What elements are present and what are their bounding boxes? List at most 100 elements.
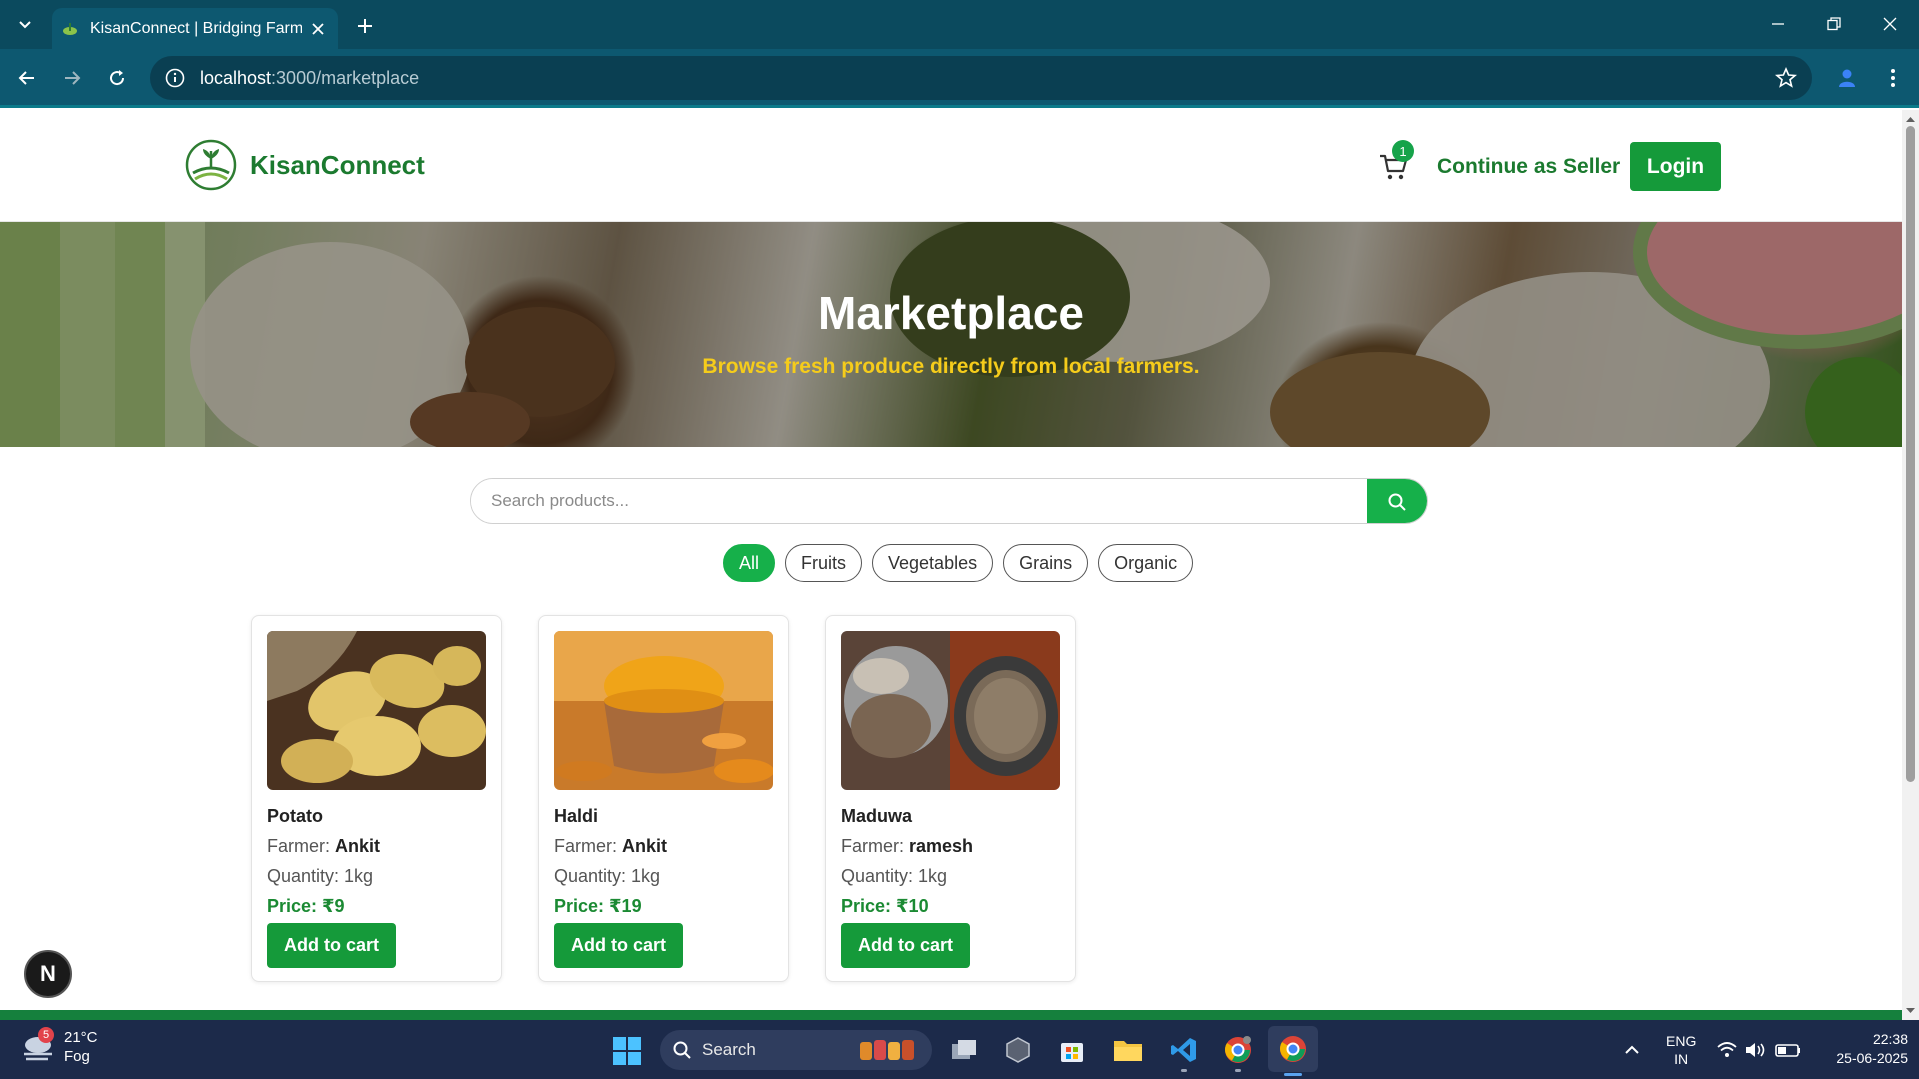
chrome-profile-icon[interactable]: [1220, 1032, 1256, 1072]
nextjs-dev-indicator[interactable]: N: [24, 950, 72, 998]
temperature: 21°C: [64, 1029, 98, 1046]
product-farmer: Farmer: ramesh: [841, 836, 973, 857]
task-view-icon[interactable]: [946, 1032, 982, 1068]
active-indicator: [1284, 1073, 1302, 1076]
product-card: Maduwa Farmer: ramesh Quantity: 1kg Pric…: [825, 615, 1076, 982]
filter-chip-grains[interactable]: Grains: [1003, 544, 1089, 582]
show-hidden-icons-chevron-icon[interactable]: [1622, 1040, 1642, 1060]
forward-arrow-icon[interactable]: [57, 63, 87, 93]
filter-chip-all[interactable]: All: [723, 544, 776, 582]
clock-time: 22:38: [1872, 1031, 1908, 1047]
volume-icon: [1746, 1043, 1765, 1057]
tab-list-chevron-icon[interactable]: [12, 12, 38, 38]
address-bar[interactable]: localhost:3000/marketplace: [150, 56, 1812, 100]
category-filters: All Fruits Vegetables Grains Organic: [723, 544, 1194, 582]
battery-icon: [1775, 1044, 1800, 1057]
add-to-cart-button[interactable]: Add to cart: [841, 923, 970, 968]
continue-as-seller-link[interactable]: Continue as Seller: [1437, 155, 1620, 179]
scroll-up-arrow-icon[interactable]: [1905, 114, 1916, 125]
favicon-icon: [63, 22, 77, 35]
hero-banner: Marketplace Browse fresh produce directl…: [0, 222, 1902, 447]
reload-icon[interactable]: [102, 63, 132, 93]
browser-toolbar: localhost:3000/marketplace: [0, 49, 1919, 108]
windows-start-icon[interactable]: [612, 1036, 642, 1066]
windows-taskbar: 5 21°C Fog Search ENG IN 22:38 25-06-202…: [0, 1020, 1919, 1079]
filter-chip-fruits[interactable]: Fruits: [785, 544, 863, 582]
product-quantity: Quantity: 1kg: [267, 866, 374, 886]
language-code: ENG: [1666, 1033, 1697, 1049]
farmer-name: Ankit: [622, 836, 668, 856]
site-info-icon[interactable]: [164, 67, 186, 89]
farmer-label: Farmer:: [267, 836, 336, 856]
filter-chip-vegetables[interactable]: Vegetables: [872, 544, 994, 582]
product-name: Potato: [267, 806, 323, 826]
site-header: KisanConnect 1 Continue as Seller Login: [0, 110, 1902, 222]
weather-widget[interactable]: 5 21°C Fog: [20, 1027, 98, 1066]
taskbar-search-box[interactable]: Search: [660, 1030, 932, 1070]
farmer-name: Ankit: [335, 836, 381, 856]
product-farmer: Farmer: Ankit: [267, 836, 380, 857]
product-search-bar: [470, 478, 1428, 524]
file-explorer-icon[interactable]: [1110, 1032, 1146, 1068]
app-hexagon-icon[interactable]: [1000, 1032, 1036, 1068]
scrollbar-thumb[interactable]: [1906, 126, 1915, 782]
page-scrollbar[interactable]: [1902, 110, 1919, 1020]
product-quantity: Quantity: 1kg: [554, 866, 661, 886]
product-name: Maduwa: [841, 806, 913, 826]
region-code: IN: [1674, 1051, 1689, 1067]
taskbar-clock[interactable]: 22:38 25-06-2025: [1818, 1030, 1908, 1068]
footer-edge: [0, 1010, 1902, 1020]
filter-chip-organic[interactable]: Organic: [1098, 544, 1194, 582]
search-input[interactable]: [471, 479, 1367, 523]
system-tray-icons[interactable]: [1716, 1038, 1806, 1062]
weather-alert-badge: 5: [38, 1027, 54, 1043]
url-path: :3000/marketplace: [271, 67, 420, 88]
restore-window-icon[interactable]: [1814, 8, 1854, 40]
product-price: Price: ₹10: [841, 896, 929, 916]
wifi-icon: [1717, 1042, 1737, 1057]
tab-close-icon[interactable]: [308, 19, 328, 39]
microsoft-store-icon[interactable]: [1054, 1032, 1090, 1068]
browser-menu-icon[interactable]: [1880, 65, 1906, 91]
hero-title: Marketplace: [818, 287, 1084, 339]
product-image-potato: [267, 631, 486, 790]
new-tab-plus-icon[interactable]: [352, 13, 378, 39]
search-icon: [1388, 493, 1406, 511]
product-name: Haldi: [554, 806, 599, 826]
running-indicator: [1235, 1069, 1241, 1072]
product-card: Haldi Farmer: Ankit Quantity: 1kg Price:…: [538, 615, 789, 982]
cart-count-badge: 1: [1392, 140, 1414, 162]
bookmark-star-icon[interactable]: [1774, 66, 1798, 90]
chrome-active-icon[interactable]: [1268, 1026, 1318, 1076]
clock-date: 25-06-2025: [1836, 1050, 1908, 1066]
kisanconnect-logo-icon[interactable]: [185, 139, 237, 191]
minimize-window-icon[interactable]: [1758, 8, 1798, 40]
farmer-label: Farmer:: [841, 836, 910, 856]
search-button[interactable]: [1367, 479, 1427, 523]
running-indicator: [1181, 1069, 1187, 1072]
search-highlight-illustration: [860, 1040, 914, 1060]
search-icon: [673, 1041, 691, 1059]
add-to-cart-button[interactable]: Add to cart: [554, 923, 683, 968]
product-image-haldi: [554, 631, 773, 790]
scroll-down-arrow-icon[interactable]: [1905, 1005, 1916, 1016]
back-arrow-icon[interactable]: [12, 63, 42, 93]
brand-name[interactable]: KisanConnect: [250, 150, 425, 181]
page-viewport: KisanConnect 1 Continue as Seller Login: [0, 110, 1902, 1020]
input-language[interactable]: ENG IN: [1666, 1032, 1696, 1068]
product-farmer: Farmer: Ankit: [554, 836, 667, 857]
product-quantity: Quantity: 1kg: [841, 866, 948, 886]
taskbar-search-label: Search: [702, 1040, 756, 1059]
product-card: Potato Farmer: Ankit Quantity: 1kg Price…: [251, 615, 502, 982]
url-host: localhost: [200, 67, 272, 88]
profile-icon[interactable]: [1834, 65, 1860, 91]
browser-tab-bar: KisanConnect | Bridging Farmers: [0, 0, 1919, 49]
vscode-icon[interactable]: [1166, 1032, 1202, 1072]
product-price: Price: ₹19: [554, 896, 642, 916]
add-to-cart-button[interactable]: Add to cart: [267, 923, 396, 968]
login-button[interactable]: Login: [1630, 142, 1721, 191]
browser-tab[interactable]: KisanConnect | Bridging Farmers: [52, 8, 338, 49]
fog-cloud-icon: 5: [20, 1027, 56, 1065]
close-window-icon[interactable]: [1870, 8, 1910, 40]
farmer-name: ramesh: [909, 836, 974, 856]
